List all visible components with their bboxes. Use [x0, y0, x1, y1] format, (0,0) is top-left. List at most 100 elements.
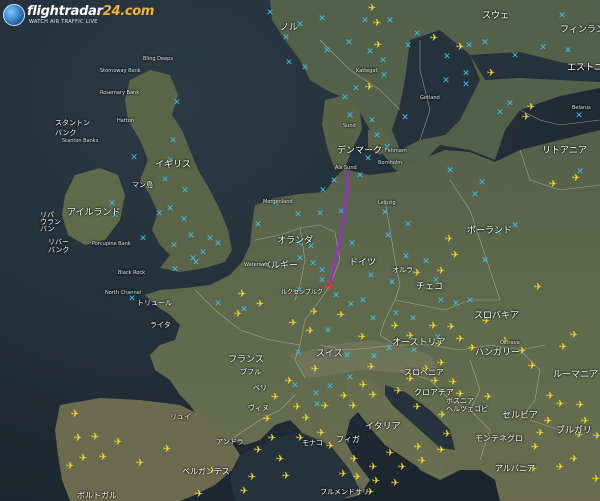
blue-aircraft-icon[interactable]: ✕ — [294, 210, 302, 220]
yellow-aircraft-icon[interactable]: ✈ — [358, 332, 366, 343]
blue-aircraft-icon[interactable]: ✕ — [478, 178, 486, 188]
blue-aircraft-icon[interactable]: ✕ — [379, 56, 387, 66]
blue-aircraft-icon[interactable]: ✕ — [130, 153, 138, 163]
yellow-aircraft-icon[interactable]: ✈ — [528, 361, 536, 372]
yellow-aircraft-icon[interactable]: ✈ — [79, 453, 87, 464]
blue-aircraft-icon[interactable]: ✕ — [214, 239, 222, 249]
yellow-aircraft-icon[interactable]: ✈ — [349, 401, 357, 412]
blue-aircraft-icon[interactable]: ✕ — [319, 186, 327, 196]
yellow-aircraft-icon[interactable]: ✈ — [429, 321, 437, 332]
yellow-aircraft-icon[interactable]: ✈ — [359, 380, 367, 391]
yellow-aircraft-icon[interactable]: ✈ — [369, 390, 377, 401]
blue-aircraft-icon[interactable]: ✕ — [442, 76, 450, 86]
blue-aircraft-icon[interactable]: ✕ — [466, 296, 474, 306]
yellow-aircraft-icon[interactable]: ✈ — [234, 309, 242, 320]
blue-aircraft-icon[interactable]: ✕ — [367, 271, 375, 281]
yellow-aircraft-icon[interactable]: ✈ — [71, 409, 79, 420]
yellow-aircraft-icon[interactable]: ✈ — [572, 173, 580, 184]
yellow-aircraft-icon[interactable]: ✈ — [534, 282, 542, 293]
yellow-aircraft-icon[interactable]: ✈ — [99, 452, 107, 463]
yellow-aircraft-icon[interactable]: ✈ — [367, 362, 375, 373]
yellow-aircraft-icon[interactable]: ✈ — [487, 68, 495, 79]
yellow-aircraft-icon[interactable]: ✈ — [437, 445, 445, 456]
blue-aircraft-icon[interactable]: ✕ — [318, 266, 326, 276]
yellow-aircraft-icon[interactable]: ✈ — [592, 474, 600, 485]
yellow-aircraft-icon[interactable]: ✈ — [369, 462, 377, 473]
blue-aircraft-icon[interactable]: ✕ — [392, 309, 400, 319]
blue-aircraft-icon[interactable]: ✕ — [170, 241, 178, 251]
blue-aircraft-icon[interactable]: ✕ — [309, 259, 317, 269]
blue-aircraft-icon[interactable]: ✕ — [564, 46, 572, 56]
yellow-aircraft-icon[interactable]: ✈ — [263, 414, 271, 425]
yellow-aircraft-icon[interactable]: ✈ — [91, 432, 99, 443]
yellow-aircraft-icon[interactable]: ✈ — [443, 429, 451, 440]
yellow-aircraft-icon[interactable]: ✈ — [391, 478, 399, 489]
blue-aircraft-icon[interactable]: ✕ — [169, 136, 177, 146]
blue-aircraft-icon[interactable]: ✕ — [462, 80, 470, 90]
blue-aircraft-icon[interactable]: ✕ — [373, 131, 381, 141]
blue-aircraft-icon[interactable]: ✕ — [171, 265, 179, 275]
blue-aircraft-icon[interactable]: ✕ — [402, 252, 410, 262]
yellow-aircraft-icon[interactable]: ✈ — [254, 445, 262, 456]
flight-map[interactable]: ✕ ✕ ✕ ✕ ✕ ✕ ✕ ✕ ✕ ✕ ✕ ✕ ✕ ✕ ✕ ✕ ✕ ✕ ✕ ✕ ✕ ✕ ✕ ✕ ✕ ✕ ✕ ✕ ✕ ✕ ✕ ✕ ✕ ✕ ✕ ✕ ✕ ✕ ✕ ✕… — [0, 0, 600, 501]
blue-aircraft-icon[interactable]: ✕ — [214, 299, 222, 309]
blue-aircraft-icon[interactable]: ✕ — [422, 257, 430, 267]
blue-aircraft-icon[interactable]: ✕ — [345, 38, 353, 48]
yellow-aircraft-icon[interactable]: ✈ — [437, 266, 445, 277]
yellow-aircraft-icon[interactable]: ✈ — [398, 462, 406, 473]
blue-aircraft-icon[interactable]: ✕ — [539, 43, 547, 53]
yellow-aircraft-icon[interactable]: ✈ — [136, 458, 144, 469]
blue-aircraft-icon[interactable]: ✕ — [266, 8, 274, 18]
yellow-aircraft-icon[interactable]: ✈ — [593, 431, 600, 442]
blue-aircraft-icon[interactable]: ✕ — [404, 220, 412, 230]
blue-aircraft-icon[interactable]: ✕ — [318, 14, 326, 24]
blue-aircraft-icon[interactable]: ✕ — [282, 33, 290, 43]
yellow-aircraft-icon[interactable]: ✈ — [544, 416, 552, 427]
blue-aircraft-icon[interactable]: ✕ — [575, 111, 583, 121]
yellow-aircraft-icon[interactable]: ✈ — [114, 437, 122, 448]
yellow-aircraft-icon[interactable]: ✈ — [394, 386, 402, 397]
yellow-aircraft-icon[interactable]: ✈ — [289, 318, 297, 329]
blue-aircraft-icon[interactable]: ✕ — [356, 171, 364, 181]
yellow-aircraft-icon[interactable]: ✈ — [337, 310, 345, 321]
blue-aircraft-icon[interactable]: ✕ — [368, 116, 376, 126]
yellow-aircraft-icon[interactable]: ✈ — [549, 179, 557, 190]
yellow-aircraft-icon[interactable]: ✈ — [74, 433, 82, 444]
yellow-aircraft-icon[interactable]: ✈ — [163, 444, 171, 455]
blue-aircraft-icon[interactable]: ✕ — [341, 93, 349, 103]
blue-aircraft-icon[interactable]: ✕ — [301, 63, 309, 73]
blue-aircraft-icon[interactable]: ✕ — [285, 58, 293, 68]
yellow-aircraft-icon[interactable]: ✈ — [559, 342, 567, 353]
yellow-aircraft-icon[interactable]: ✈ — [556, 399, 564, 410]
blue-aircraft-icon[interactable]: ✕ — [413, 29, 421, 39]
blue-aircraft-icon[interactable]: ✕ — [348, 239, 356, 249]
yellow-aircraft-icon[interactable]: ✈ — [570, 454, 578, 465]
blue-aircraft-icon[interactable]: ✕ — [166, 204, 174, 214]
yellow-aircraft-icon[interactable]: ✈ — [445, 234, 453, 245]
blue-aircraft-icon[interactable]: ✕ — [173, 98, 181, 108]
yellow-aircraft-icon[interactable]: ✈ — [350, 454, 358, 465]
blue-aircraft-icon[interactable]: ✕ — [316, 209, 324, 219]
yellow-aircraft-icon[interactable]: ✈ — [353, 472, 361, 483]
selected-aircraft-marker[interactable]: ✈ — [325, 280, 336, 295]
blue-aircraft-icon[interactable]: ✕ — [370, 352, 378, 362]
blue-aircraft-icon[interactable]: ✕ — [346, 111, 354, 121]
blue-aircraft-icon[interactable]: ✕ — [326, 382, 334, 392]
yellow-aircraft-icon[interactable]: ✈ — [456, 42, 464, 53]
yellow-aircraft-icon[interactable]: ✈ — [310, 307, 318, 318]
yellow-aircraft-icon[interactable]: ✈ — [456, 334, 464, 345]
blue-aircraft-icon[interactable]: ✕ — [380, 71, 388, 81]
yellow-aircraft-icon[interactable]: ✈ — [240, 486, 248, 497]
blue-aircraft-icon[interactable]: ✕ — [337, 207, 345, 217]
blue-aircraft-icon[interactable]: ✕ — [352, 84, 360, 94]
yellow-aircraft-icon[interactable]: ✈ — [531, 442, 539, 453]
yellow-aircraft-icon[interactable]: ✈ — [414, 442, 422, 453]
blue-aircraft-icon[interactable]: ✕ — [446, 166, 454, 176]
blue-aircraft-icon[interactable]: ✕ — [313, 400, 321, 410]
blue-aircraft-icon[interactable]: ✕ — [437, 296, 445, 306]
blue-aircraft-icon[interactable]: ✕ — [361, 16, 369, 26]
yellow-aircraft-icon[interactable]: ✈ — [339, 469, 347, 480]
blue-aircraft-icon[interactable]: ✕ — [481, 38, 489, 48]
blue-aircraft-icon[interactable]: ✕ — [452, 299, 460, 309]
yellow-aircraft-icon[interactable]: ✈ — [430, 33, 438, 44]
